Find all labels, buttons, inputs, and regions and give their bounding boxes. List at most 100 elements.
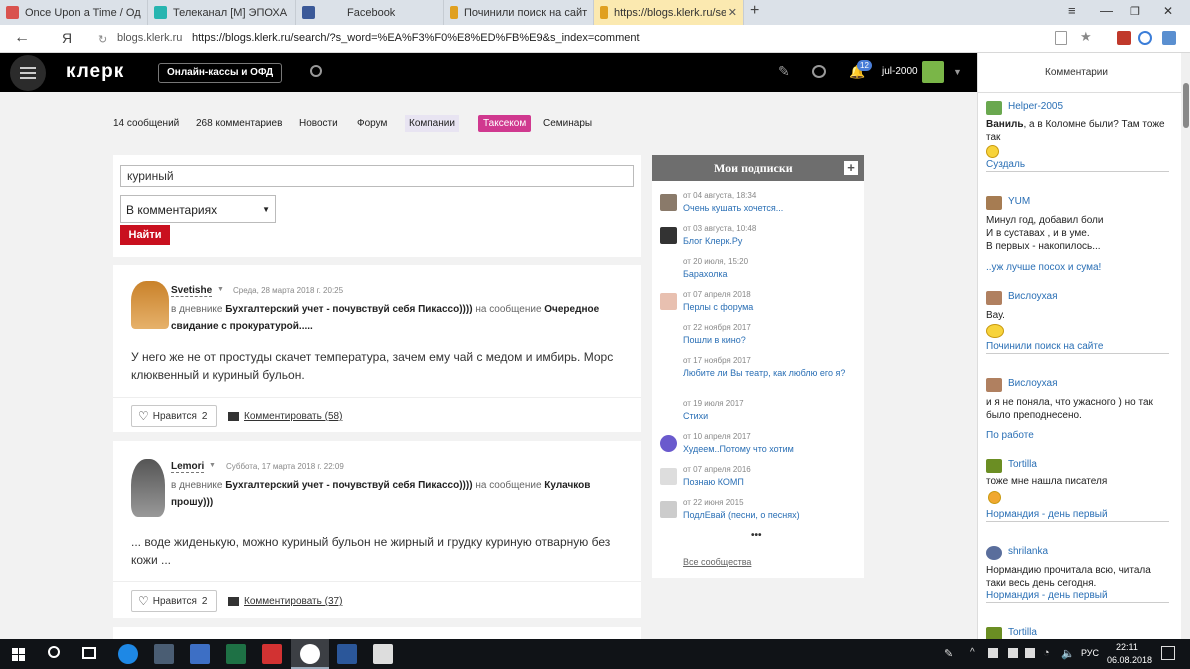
scrollbar-thumb[interactable] (1183, 83, 1189, 128)
community-icon[interactable] (660, 293, 677, 310)
restore-icon[interactable]: ❐ (1130, 5, 1140, 18)
close-window-icon[interactable]: ✕ (1163, 4, 1173, 18)
user-avatar[interactable] (986, 627, 1002, 639)
username[interactable]: jul-2000 (882, 66, 918, 77)
notifications-icon[interactable] (1161, 646, 1175, 660)
subscription-link[interactable]: Любите ли Вы театр, как люблю его я? (683, 368, 853, 379)
nav-comments-count[interactable]: 268 комментариев (196, 118, 282, 129)
chat-icon[interactable] (812, 65, 826, 78)
subscription-link[interactable]: Очень кушать хочется... (683, 203, 853, 214)
like-button[interactable]: ♡ Нравится 2 (131, 405, 217, 427)
browser-tab[interactable]: Once Upon a Time / Однаж (0, 0, 148, 25)
chevron-up-icon[interactable]: ^ (970, 647, 975, 658)
store-icon[interactable] (190, 644, 210, 664)
user-avatar[interactable] (986, 101, 1002, 115)
like-button[interactable]: ♡ Нравится 2 (131, 590, 217, 612)
chevron-down-icon[interactable]: ▼ (217, 286, 224, 293)
clock-date[interactable]: 06.08.2018 (1107, 655, 1152, 665)
comment-user[interactable]: shrilanka (1008, 546, 1048, 557)
task-view-icon[interactable] (82, 647, 96, 659)
excel-icon[interactable] (226, 644, 246, 664)
nav-news[interactable]: Новости (299, 118, 338, 129)
profile-extension-icon[interactable] (1162, 31, 1176, 45)
author-name[interactable]: Svetishe (171, 285, 213, 297)
subscription-link[interactable]: Стихи (683, 411, 853, 422)
subscription-link[interactable]: Пошли в кино? (683, 335, 853, 346)
pencil-icon[interactable]: ✎ (778, 63, 790, 80)
browser-tab[interactable]: Починили поиск на сайте (444, 0, 594, 25)
comment-user[interactable]: Вислоухая (1008, 291, 1058, 302)
menu-icon[interactable]: ≡ (1068, 3, 1076, 18)
community-icon[interactable] (660, 227, 677, 244)
minimize-icon[interactable]: — (1100, 3, 1113, 18)
subscription-link[interactable]: ПодлЕвай (песни, о песнях) (683, 510, 853, 521)
comment-user[interactable]: Helper-2005 (1008, 101, 1063, 112)
search-icon[interactable] (310, 65, 322, 77)
more-icon[interactable]: ••• (751, 530, 762, 541)
chevron-down-icon[interactable]: ▼ (209, 462, 216, 469)
user-avatar[interactable] (986, 546, 1002, 560)
yandex-logo-icon[interactable]: Я (62, 30, 72, 46)
comment-user[interactable]: Вислоухая (1008, 378, 1058, 389)
comment-post-link[interactable]: По работе (986, 430, 1169, 442)
reader-mode-icon[interactable] (1055, 31, 1067, 45)
subscription-link[interactable]: Блог Клерк.Ру (683, 236, 853, 247)
comment-user[interactable]: YUM (1008, 196, 1030, 207)
community-icon[interactable] (660, 501, 677, 518)
refresh-icon[interactable]: ↻ (98, 33, 107, 46)
community-icon[interactable] (660, 468, 677, 485)
find-button[interactable]: Найти (120, 225, 170, 245)
comment-post-link[interactable]: Нормандия - день первый (986, 590, 1169, 603)
comment-post-link[interactable]: ..уж лучше посох и сума! (986, 262, 1169, 274)
comment-post-link[interactable]: Нормандия - день первый (986, 509, 1169, 522)
nav-forum[interactable]: Форум (357, 118, 387, 129)
search-scope-select[interactable]: В комментариях ▼ (120, 195, 276, 223)
user-avatar[interactable] (986, 291, 1002, 305)
comment-post-link[interactable]: Починили поиск на сайте (986, 341, 1169, 354)
word-icon[interactable] (337, 644, 357, 664)
comment-post-link[interactable]: Суздаль (986, 159, 1169, 172)
scrollbar-track[interactable] (1181, 53, 1190, 639)
new-tab-button[interactable]: + (750, 2, 759, 20)
sync-extension-icon[interactable] (1138, 31, 1152, 45)
windows-start-icon[interactable] (12, 648, 25, 661)
user-avatar[interactable] (986, 378, 1002, 392)
browser-tab[interactable]: Facebook (296, 0, 444, 25)
user-avatar[interactable] (986, 459, 1002, 473)
diary-link[interactable]: Бухгалтерский учет - почувствуй себя Пик… (225, 480, 472, 491)
edge-icon[interactable] (118, 644, 138, 664)
author-avatar[interactable] (131, 281, 169, 329)
battery-tray-icon[interactable] (1025, 648, 1035, 658)
subscription-link[interactable]: Барахолка (683, 269, 853, 280)
input-language[interactable]: РУС (1081, 648, 1099, 658)
url-field[interactable]: https://blogs.klerk.ru/search/?s_word=%E… (192, 32, 952, 44)
dropbox-tray-icon[interactable] (1008, 648, 1018, 658)
extension-icon[interactable] (1117, 31, 1131, 45)
hamburger-menu-button[interactable] (10, 55, 46, 91)
network-icon[interactable]: ◔ (1043, 647, 1050, 659)
nav-taxcom[interactable]: Таксеком (478, 115, 532, 132)
explorer-icon[interactable] (154, 644, 174, 664)
user-avatar[interactable] (922, 61, 944, 83)
author-avatar[interactable] (131, 459, 165, 517)
nav-messages-count[interactable]: 14 сообщений (113, 118, 179, 129)
subscription-link[interactable]: Перлы с форума (683, 302, 853, 313)
diary-link[interactable]: Бухгалтерский учет - почувствуй себя Пик… (225, 304, 472, 315)
clock-time[interactable]: 22:11 (1116, 642, 1138, 652)
browser-tab[interactable]: Телеканал [M] ЭПОХА HD - (148, 0, 296, 25)
back-arrow-icon[interactable]: ← (14, 29, 30, 47)
klerk-logo[interactable]: клерк (66, 61, 124, 83)
comment-link[interactable]: Комментировать (58) (228, 411, 342, 422)
chevron-down-icon[interactable]: ▼ (953, 67, 962, 77)
community-icon[interactable] (660, 194, 677, 211)
nav-companies[interactable]: Компании (405, 115, 459, 132)
pen-tray-icon[interactable]: ✎ (944, 647, 953, 660)
volume-icon[interactable]: 🔈 (1061, 647, 1075, 660)
comment-user[interactable]: Tortilla (1008, 459, 1037, 470)
subscription-link[interactable]: Худеем..Потому что хотим (683, 444, 853, 455)
bookmark-star-icon[interactable]: ★ (1080, 29, 1092, 45)
mail-icon[interactable] (373, 644, 393, 664)
comment-user[interactable]: Tortilla (1008, 627, 1037, 638)
search-input[interactable]: куриный (120, 165, 634, 187)
tab-close-icon[interactable]: ✕ (728, 6, 737, 19)
